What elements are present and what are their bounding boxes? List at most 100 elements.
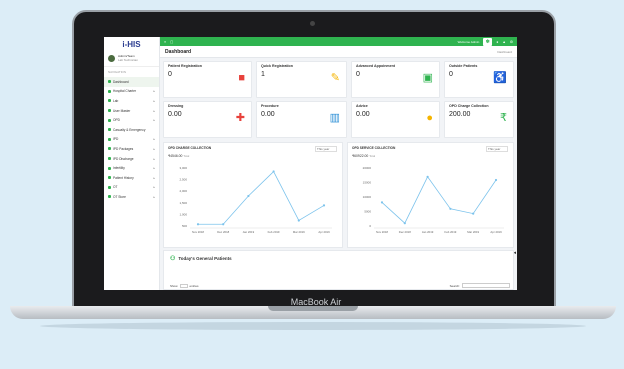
x-tick-label: Feb 2019 — [444, 230, 456, 234]
stat-card-patient-registration[interactable]: Patient Registration 0 ■ — [163, 61, 252, 98]
data-point[interactable] — [247, 194, 250, 198]
x-tick-label: Jan 2019 — [243, 230, 255, 234]
data-point[interactable] — [403, 222, 406, 225]
data-point[interactable] — [426, 175, 429, 178]
sidebar-item-casualty-emergency[interactable]: Casualty & Emergency — [104, 125, 159, 135]
stat-card-advanced-appoinment[interactable]: Advanced Appoinment 0 ▣ — [351, 61, 440, 98]
card-title: Quick Registration — [261, 64, 293, 68]
chart-period-select[interactable]: This year — [315, 146, 337, 152]
nav-icon — [108, 157, 111, 161]
opd-service-chart: OPD SERVICE COLLECTION This year ₹60922.… — [347, 142, 514, 248]
card-title: Advice — [356, 104, 368, 108]
x-tick-label: Dec 2018 — [217, 230, 229, 234]
y-tick-label: 0 — [369, 224, 371, 228]
stat-card-outside-patients[interactable]: Outside Patients 0 ♿ — [444, 61, 514, 98]
chevron-right-icon: ▸ — [153, 156, 155, 161]
chevron-right-icon: ▸ — [153, 137, 155, 142]
chevron-right-icon: ▸ — [153, 108, 155, 113]
expand-icon[interactable]: ▢ — [170, 40, 173, 44]
y-tick-label: 500 — [182, 224, 187, 228]
sidebar-item-ipd-discharge[interactable]: IPD Discharge ▸ — [104, 154, 159, 164]
card-icon: ✎ — [330, 72, 340, 84]
card-icon: ▣ — [422, 72, 433, 84]
x-tick-label: Nov 2018 — [192, 230, 204, 234]
stat-card-quick-registration[interactable]: Quick Registration 1 ✎ — [256, 61, 347, 98]
nav-header: NAVIGATION — [108, 70, 127, 74]
card-value: 0.00 — [356, 111, 370, 118]
search-input[interactable] — [462, 283, 510, 288]
card-title: Procedure — [261, 104, 279, 108]
data-point[interactable] — [272, 170, 275, 173]
stat-card-dressing[interactable]: Dressing 0.00 ✚ — [163, 101, 252, 138]
sidebar-item-user-master[interactable]: User Master ▸ — [104, 106, 159, 116]
stat-card-advice[interactable]: Advice 0.00 ● — [351, 101, 440, 138]
sidebar-item-hospital-charter[interactable]: Hospital Charter ▸ — [104, 87, 159, 97]
laptop-lid: i-HIS Admin/Team Lab Technician NAVIGATI… — [72, 10, 556, 310]
todays-patients-panel: ⚇ Today's General Patients Show entries S… — [163, 250, 514, 290]
card-title: OPD Charge Collection — [449, 104, 489, 108]
card-title: Outside Patients — [449, 64, 478, 68]
x-tick-label: Dec 2018 — [399, 230, 411, 234]
data-point[interactable] — [449, 207, 452, 210]
chart-period-select[interactable]: This year — [486, 146, 508, 152]
entries-select[interactable] — [179, 283, 188, 288]
data-point[interactable] — [380, 201, 384, 204]
chevron-right-icon: ▸ — [153, 89, 155, 94]
sidebar-item-label: OT Store — [113, 194, 126, 199]
menu-icon[interactable]: ≡ — [164, 40, 166, 44]
sidebar-item-opd[interactable]: OPD ▸ — [104, 115, 159, 125]
y-tick-label: 1,500 — [179, 201, 187, 205]
y-tick-label: 20000 — [363, 166, 372, 170]
card-title: Dressing — [168, 104, 184, 108]
data-point[interactable] — [222, 223, 225, 226]
sidebar-item-ipd-packages[interactable]: IPD Packages ▸ — [104, 144, 159, 154]
avatar — [108, 55, 115, 62]
entries-label: entries — [189, 283, 199, 288]
card-icon: ✚ — [235, 112, 245, 124]
nav-icon — [108, 185, 111, 189]
card-icon: ● — [426, 112, 433, 124]
data-point[interactable] — [472, 212, 475, 215]
stat-card-procedure[interactable]: Procedure 0.00 ▥ — [256, 101, 347, 138]
card-icon: ₹ — [500, 112, 507, 124]
profile-picture[interactable]: ✽ — [483, 37, 493, 46]
y-tick-label: 3,000 — [179, 166, 187, 170]
user-panel[interactable]: Admin/Team Lab Technician — [104, 51, 159, 67]
card-title: Patient Registration — [168, 64, 202, 68]
stat-card-opd-charge-collection[interactable]: OPD Charge Collection 200.00 ₹ — [444, 101, 514, 138]
card-value: 0 — [168, 71, 172, 78]
search-label: Search: — [449, 283, 460, 288]
y-tick-label: 2,000 — [179, 189, 187, 193]
sidebar-item-ot[interactable]: OT ▸ — [104, 183, 159, 193]
nav-icon — [108, 80, 111, 84]
sidebar-item-infertility[interactable]: Infertility ▸ — [104, 163, 159, 173]
data-point[interactable] — [494, 178, 498, 182]
nav-icon — [108, 195, 111, 199]
x-tick-label: Apr 2019 — [318, 230, 330, 234]
settings-icon[interactable]: ⚙ — [510, 40, 513, 44]
breadcrumb[interactable]: Dashboard — [497, 50, 512, 54]
sidebar-item-label: Infertility — [113, 166, 125, 171]
sidebar-item-dashboard[interactable]: Dashboard — [104, 77, 159, 87]
chevron-right-icon: ▸ — [153, 118, 155, 123]
topbar: ≡ ▢ Welcome Admin ✽ ● ▲ ⚙ — [160, 37, 517, 46]
camera — [310, 21, 315, 26]
nav-icon — [108, 99, 111, 103]
sidebar-item-label: Casualty & Emergency — [113, 127, 146, 132]
sidebar-item-lab[interactable]: Lab ▸ — [104, 96, 159, 106]
sidebar-item-ot-store[interactable]: OT Store ▸ — [104, 192, 159, 202]
users-icon: ⚇ — [170, 256, 176, 262]
data-point[interactable] — [196, 223, 200, 226]
data-point[interactable] — [322, 204, 326, 207]
notification-icon[interactable]: ● — [496, 40, 498, 44]
data-point[interactable] — [297, 219, 300, 222]
x-tick-label: Mar 2019 — [293, 230, 305, 234]
sidebar-item-label: OPD — [113, 118, 120, 123]
x-tick-label: Mar 2019 — [467, 230, 479, 234]
sidebar-item-patient-history[interactable]: Patient History ▸ — [104, 173, 159, 183]
welcome-text[interactable]: Welcome Admin — [458, 40, 480, 44]
user-role: Lab Technician — [118, 57, 138, 62]
y-tick-label: 10000 — [363, 195, 372, 199]
sidebar-item-ipd[interactable]: IPD ▸ — [104, 135, 159, 145]
alert-icon[interactable]: ▲ — [502, 40, 505, 44]
